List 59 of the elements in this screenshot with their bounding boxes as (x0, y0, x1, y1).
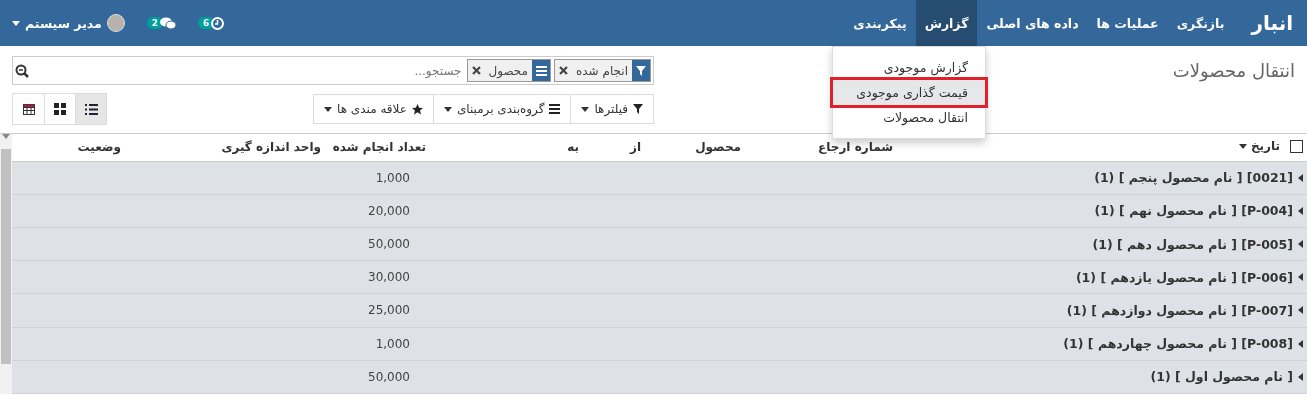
grid-view-icon (54, 103, 66, 115)
chat-icon (160, 16, 177, 30)
view-switch-button[interactable] (75, 94, 106, 124)
group-row-label[interactable]: [ نام محصول اول ] (1) (1150, 369, 1303, 385)
caret-icon (1238, 143, 1247, 149)
user-menu[interactable]: مدیر سیستم (12, 14, 125, 32)
column-header[interactable]: تعداد انجام شده (332, 140, 426, 155)
group-row-label[interactable]: [P-005] [ نام محصول دهم ] (1) (1092, 236, 1303, 252)
column-header[interactable]: واحد اندازه گیری (221, 140, 321, 155)
menu-item[interactable]: گزارش (915, 0, 978, 46)
clock-icon (211, 16, 225, 30)
remove-icon[interactable] (471, 66, 481, 75)
menu-item[interactable]: پیکربندی (844, 0, 916, 46)
quantity-cell: 30,000 (368, 270, 410, 285)
page-title: انتقال محصولات (1172, 59, 1295, 84)
caret-icon (324, 106, 333, 112)
column-header[interactable]: به (567, 140, 579, 155)
group-row-label[interactable]: [P-004] [ نام محصول نهم ] (1) (1094, 203, 1303, 219)
list-icon (549, 104, 561, 114)
remove-icon[interactable] (559, 66, 569, 75)
column-header[interactable]: وضعیت (77, 140, 121, 155)
search-field[interactable]: انجام شده محصول جستجو... (12, 56, 654, 85)
search-facet: انجام شده (554, 59, 651, 82)
dropdown-item[interactable]: انتقال محصولات (833, 105, 985, 130)
search-icon[interactable] (15, 63, 29, 78)
quantity-cell: 1,000 (375, 170, 410, 185)
group-row-label[interactable]: [P-006] [ نام محصول یازدهم ] (1) (1075, 269, 1303, 285)
column-header[interactable]: شماره ارجاع (818, 140, 893, 155)
menu-item[interactable]: داده های اصلی (977, 0, 1088, 46)
search-input[interactable]: جستجو... (32, 62, 464, 79)
dropdown-item[interactable]: قیمت گذاری موجودی (833, 80, 985, 105)
list-view-icon (84, 103, 98, 115)
column-header[interactable]: محصول (695, 140, 741, 155)
column-header[interactable]: از (629, 140, 641, 155)
menu-item[interactable]: بازنگری (1167, 0, 1234, 46)
select-all-checkbox[interactable] (1290, 139, 1303, 153)
filter-icon (636, 65, 646, 76)
quantity-cell: 50,000 (368, 237, 410, 251)
group-row-label[interactable]: [P-007] [ نام محصول دوازدهم ] (1) (1066, 302, 1303, 318)
caret-icon (581, 106, 590, 112)
scrollbar[interactable] (0, 134, 12, 394)
group-row-label[interactable]: [0021] [ نام محصول پنجم ] (1) (1094, 170, 1303, 186)
app-title: انبار (1249, 10, 1294, 37)
list-icon (535, 65, 547, 76)
column-header[interactable]: تاریخ (1250, 139, 1280, 153)
caret-icon (12, 20, 20, 26)
dropdown-item[interactable]: گزارش موجودی (833, 55, 985, 80)
avatar-icon (106, 14, 125, 32)
quantity-cell: 1,000 (375, 336, 410, 351)
group-row-label[interactable]: [P-008] [ نام محصول چهاردهم ] (1) (1063, 336, 1303, 352)
quantity-cell: 20,000 (368, 203, 410, 218)
caret-icon (443, 106, 452, 112)
quantity-cell: 25,000 (368, 303, 410, 318)
menu-item[interactable]: عملیات ها (1087, 0, 1168, 46)
search-facet: محصول (466, 59, 552, 82)
filter-icon (633, 104, 643, 114)
quantity-cell: 50,000 (368, 369, 410, 384)
star-icon (411, 103, 423, 115)
table-view-icon (22, 103, 35, 115)
